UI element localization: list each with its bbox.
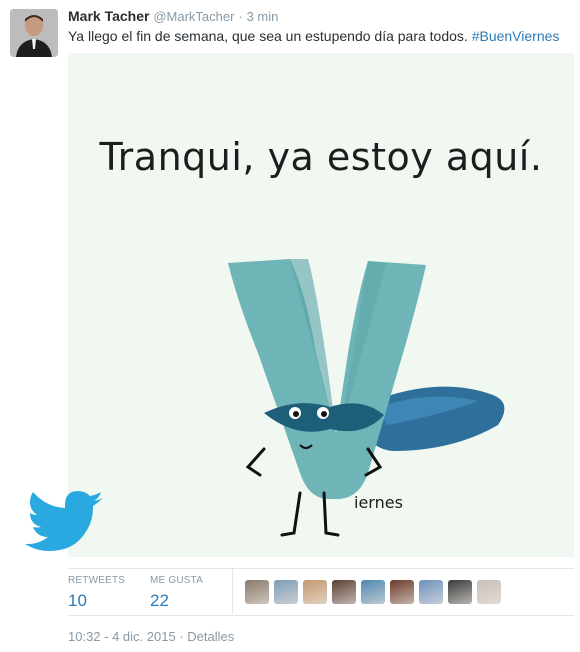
tweet-timestamp[interactable]: 10:32 - 4 dic. 2015 [68,629,176,644]
favoriters-list [245,580,501,604]
tweet-text: Ya llego el fin de semana, que sea un es… [68,27,559,45]
tweet-time[interactable]: 3 min [247,9,279,24]
media-caption-text: Tranqui, ya estoy aquí. [99,135,543,179]
media-word-text: iernes [354,493,403,512]
favoriter-avatar[interactable] [361,580,385,604]
tweet-footer: 10:32 - 4 dic. 2015 · Detalles [68,629,234,644]
hashtag-link[interactable]: #BuenViernes [472,28,560,44]
favoriter-avatar[interactable] [332,580,356,604]
footer-separator: · [179,629,184,644]
avatar-photo [10,9,58,57]
likes-stat[interactable]: ME GUSTA 22 [150,575,203,612]
favoriter-avatar[interactable] [390,580,414,604]
stats-bottom-divider [68,615,574,616]
twitter-bird-icon [25,491,103,551]
likes-count[interactable]: 22 [150,590,203,612]
retweets-count[interactable]: 10 [68,590,125,612]
favoriter-avatar[interactable] [303,580,327,604]
author-name[interactable]: Mark Tacher [68,8,149,24]
header-separator: · [238,9,243,24]
author-avatar[interactable] [10,9,58,57]
retweets-label: RETWEETS [68,575,126,586]
author-handle[interactable]: @MarkTacher [153,9,234,24]
favoriter-avatar[interactable] [274,580,298,604]
details-link[interactable]: Detalles [187,629,234,644]
superhero-v-illustration [228,259,505,537]
favoriter-avatar[interactable] [448,580,472,604]
stats-vertical-divider [232,569,233,614]
tweet-media-image[interactable]: Tranqui, ya estoy aquí. iernes [68,53,574,557]
favoriter-avatar[interactable] [245,580,269,604]
likes-label: ME GUSTA [150,575,204,586]
favoriter-avatar[interactable] [419,580,443,604]
favoriter-avatar[interactable] [477,580,501,604]
retweets-stat[interactable]: RETWEETS 10 [68,575,125,612]
tweet-header: Mark Tacher @MarkTacher · 3 min [68,7,278,26]
tweet-body: Ya llego el fin de semana, que sea un es… [68,28,468,44]
stats-top-divider [68,568,574,569]
